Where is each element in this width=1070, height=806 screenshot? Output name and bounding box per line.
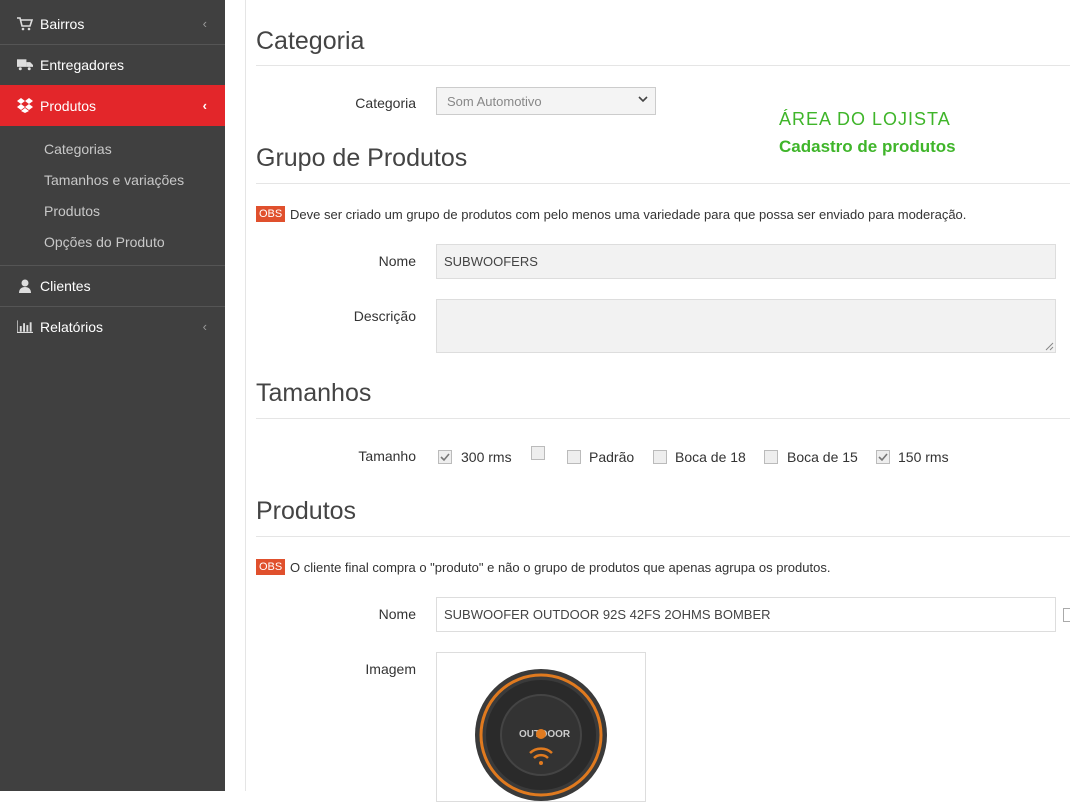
overlay-title: ÁREA DO LOJISTA	[779, 109, 951, 129]
grupo-nome-label: Nome	[378, 253, 416, 269]
tamanho-label: Tamanho	[358, 448, 416, 464]
sidebar-subitem-opcoes[interactable]: Opções do Produto	[44, 234, 165, 250]
check-icon	[440, 453, 450, 462]
grupo-nome-input[interactable]: SUBWOOFERS	[436, 244, 1056, 279]
checkbox-padrao[interactable]	[567, 450, 581, 464]
sidebar-item-bairros[interactable]: Bairros ‹	[0, 3, 225, 44]
overlay-subtitle: Cadastro de produtos	[779, 137, 956, 156]
checkbox-300rms[interactable]	[438, 450, 452, 464]
chevron-down-icon	[637, 93, 649, 105]
truck-icon	[17, 57, 33, 73]
checkbox-label: 300 rms	[461, 449, 512, 465]
subwoofer-image: OUTDOOR	[475, 669, 607, 801]
checkbox-label: Padrão	[589, 449, 635, 465]
check-icon	[878, 453, 888, 462]
section-title-tamanhos: Tamanhos	[256, 379, 372, 407]
partial-checkbox[interactable]	[1063, 608, 1070, 622]
section-title-categoria: Categoria	[256, 27, 365, 55]
grupo-descricao-label: Descrição	[353, 308, 416, 324]
obs-text: O cliente final compra o "produto" e não…	[290, 560, 831, 575]
section-title-grupo: Grupo de Produtos	[256, 144, 468, 172]
chevron-left-icon: ‹	[202, 16, 207, 31]
sidebar-item-clientes[interactable]: Clientes	[0, 265, 225, 306]
section-divider	[256, 418, 1070, 419]
obs-badge: OBS	[256, 206, 286, 222]
sidebar-item-label: Clientes	[40, 277, 91, 294]
section-divider	[256, 536, 1070, 537]
categoria-select-value: Som Automotivo	[447, 93, 542, 109]
sidebar-item-produtos[interactable]: Produtos ‹	[0, 85, 225, 126]
chevron-left-icon: ‹	[202, 98, 207, 113]
grupo-descricao-textarea[interactable]	[436, 299, 1056, 353]
obs-text: Deve ser criado um grupo de produtos com…	[290, 207, 967, 222]
sidebar-item-relatorios[interactable]: Relatórios ‹	[0, 306, 225, 347]
sidebar-subitem-tamanhos[interactable]: Tamanhos e variações	[44, 172, 184, 188]
resize-handle-icon[interactable]	[1044, 341, 1054, 351]
sidebar-item-label: Relatórios	[40, 318, 104, 335]
obs-badge: OBS	[256, 559, 286, 575]
produto-image[interactable]: OUTDOOR	[436, 652, 646, 802]
user-icon	[17, 278, 33, 294]
section-title-produtos: Produtos	[256, 497, 357, 525]
sidebar: Bairros ‹ Entregadores Produtos ‹ Catego…	[0, 0, 225, 791]
sidebar-item-entregadores[interactable]: Entregadores	[0, 44, 225, 85]
sidebar-subitem-categorias[interactable]: Categorias	[44, 141, 112, 157]
sidebar-subitem-produtos[interactable]: Produtos	[44, 203, 100, 219]
sidebar-item-label: Entregadores	[40, 56, 125, 73]
checkbox-label: 150 rms	[898, 449, 949, 465]
main-content: Categoria Categoria Som Automotivo ÁREA …	[225, 0, 1070, 802]
produto-nome-label: Nome	[378, 606, 416, 622]
sidebar-item-label: Bairros	[40, 15, 85, 32]
chevron-left-icon: ‹	[202, 319, 207, 334]
shopping-cart-icon	[17, 16, 33, 32]
checkbox-label: Boca de 15	[787, 449, 858, 465]
checkbox-boca18[interactable]	[653, 450, 667, 464]
section-divider	[256, 183, 1070, 184]
checkbox-unnamed[interactable]	[531, 446, 545, 460]
sidebar-item-label: Produtos	[40, 97, 97, 114]
checkbox-label: Boca de 18	[675, 449, 746, 465]
categoria-label: Categoria	[355, 95, 416, 111]
checkbox-boca15[interactable]	[764, 450, 778, 464]
bar-chart-icon	[17, 319, 33, 335]
categoria-select[interactable]: Som Automotivo	[436, 87, 656, 115]
produto-nome-input[interactable]: SUBWOOFER OUTDOOR 92S 42FS 2OHMS BOMBER	[436, 597, 1056, 632]
produto-imagem-label: Imagem	[365, 661, 416, 677]
dropbox-icon	[17, 98, 33, 114]
section-divider	[256, 65, 1070, 66]
checkbox-150rms[interactable]	[876, 450, 890, 464]
